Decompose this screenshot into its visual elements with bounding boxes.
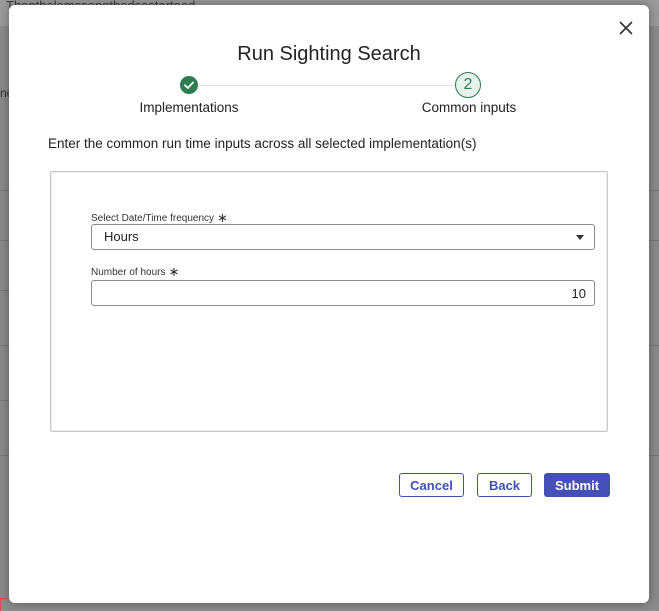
number-of-hours-value: 10 bbox=[571, 286, 586, 301]
hours-field-label: Number of hours ∗ bbox=[91, 263, 179, 279]
background-divider bbox=[0, 240, 9, 241]
close-icon bbox=[619, 21, 633, 35]
required-asterisk: ∗ bbox=[217, 210, 228, 225]
dialog-title: Run Sighting Search bbox=[237, 43, 421, 65]
number-of-hours-input[interactable]: 10 bbox=[91, 280, 595, 306]
close-button[interactable] bbox=[615, 17, 637, 39]
background-divider bbox=[649, 455, 659, 456]
caret-down-icon bbox=[576, 235, 584, 240]
step-common-inputs-label: Common inputs bbox=[421, 100, 517, 115]
required-asterisk: ∗ bbox=[168, 264, 180, 279]
check-icon bbox=[184, 81, 194, 89]
background-divider bbox=[0, 400, 9, 401]
frequency-select[interactable]: Hours bbox=[91, 224, 595, 250]
frequency-label-text: Select Date/Time frequency bbox=[91, 213, 215, 224]
submit-button[interactable]: Submit bbox=[544, 473, 610, 497]
step-implementations-indicator bbox=[180, 76, 198, 94]
background-divider bbox=[649, 190, 659, 191]
stepper-connector bbox=[199, 85, 459, 86]
background-divider bbox=[0, 345, 9, 346]
frequency-field-label: Select Date/Time frequency ∗ bbox=[91, 209, 228, 225]
background-divider bbox=[0, 455, 9, 456]
frequency-select-value: Hours bbox=[104, 229, 139, 244]
step-implementations-label: Implementations bbox=[139, 100, 239, 115]
background-divider bbox=[649, 345, 659, 346]
back-button[interactable]: Back bbox=[477, 473, 532, 497]
hours-label-text: Number of hours bbox=[91, 267, 166, 278]
run-sighting-search-dialog: Run Sighting Search 2 Implementations Co… bbox=[9, 5, 649, 603]
step-common-inputs-indicator: 2 bbox=[455, 72, 481, 98]
common-inputs-panel: Select Date/Time frequency ∗ Hours Number… bbox=[50, 171, 608, 432]
background-divider bbox=[649, 240, 659, 241]
cancel-button[interactable]: Cancel bbox=[399, 473, 464, 497]
background-divider bbox=[0, 190, 9, 191]
background-divider bbox=[0, 290, 9, 291]
instructions-text: Enter the common run time inputs across … bbox=[48, 136, 477, 151]
